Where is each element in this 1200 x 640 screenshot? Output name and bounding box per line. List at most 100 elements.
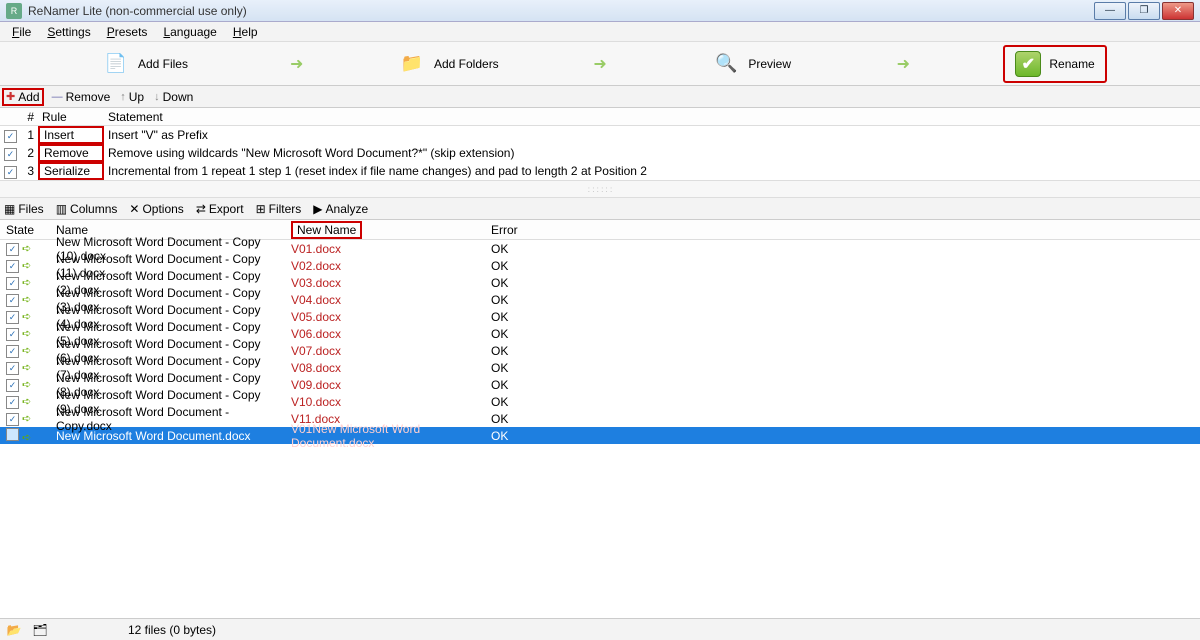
rule-number: 1: [22, 128, 38, 142]
file-new-name: V02.docx: [285, 259, 485, 273]
file-new-name: V03.docx: [285, 276, 485, 290]
file-new-name: V05.docx: [285, 310, 485, 324]
analyze-menu-button[interactable]: ▶ Analyze: [313, 202, 368, 216]
state-arrow-icon: ➪: [22, 277, 31, 289]
move-down-button[interactable]: ↓Down: [154, 90, 193, 104]
file-error: OK: [485, 259, 535, 273]
menu-help[interactable]: Help: [225, 23, 266, 41]
state-arrow-icon: ➪: [22, 362, 31, 374]
remove-rule-button[interactable]: —Remove: [52, 90, 111, 104]
menu-file[interactable]: File: [4, 23, 39, 41]
files-menu-button[interactable]: ▦ Files: [4, 202, 44, 216]
arrow-icon: ➜: [593, 54, 606, 74]
file-new-name: V06.docx: [285, 327, 485, 341]
menu-settings[interactable]: Settings: [39, 23, 98, 41]
file-checkbox[interactable]: ✓: [6, 243, 19, 256]
file-checkbox[interactable]: ✓: [6, 379, 19, 392]
add-folders-button[interactable]: 📁 Add Folders: [388, 46, 509, 82]
add-folders-label: Add Folders: [434, 57, 499, 71]
filter-icon: ⊞: [256, 202, 266, 216]
splitter[interactable]: : : : : : :: [0, 180, 1200, 198]
col-error[interactable]: Error: [485, 223, 535, 237]
document-plus-icon: 📄: [102, 50, 130, 78]
file-error: OK: [485, 276, 535, 290]
check-icon: ✔: [1015, 51, 1041, 77]
move-up-button[interactable]: ↑Up: [120, 90, 144, 104]
preview-button[interactable]: 🔍 Preview: [702, 46, 801, 82]
file-checkbox[interactable]: ✓: [6, 396, 19, 409]
files-list: ✓➪ New Microsoft Word Document - Copy (1…: [0, 240, 1200, 444]
file-new-name: V01New Microsoft Word Document.docx: [285, 422, 485, 450]
rule-checkbox[interactable]: ✓: [4, 130, 17, 143]
add-files-label: Add Files: [138, 57, 188, 71]
rule-type: Serialize: [38, 162, 104, 180]
close-button[interactable]: ✕: [1162, 2, 1194, 20]
file-error: OK: [485, 242, 535, 256]
minus-icon: —: [52, 91, 63, 103]
status-text: 12 files (0 bytes): [128, 623, 216, 637]
menu-language[interactable]: Language: [155, 23, 224, 41]
rule-checkbox[interactable]: ✓: [4, 148, 17, 161]
file-checkbox[interactable]: ✓: [6, 311, 19, 324]
file-checkbox[interactable]: ✓: [6, 328, 19, 341]
add-files-button[interactable]: 📄 Add Files: [92, 46, 198, 82]
rule-row[interactable]: ✓ 1 Insert Insert "V" as Prefix: [0, 126, 1200, 144]
state-arrow-icon: ➪: [22, 413, 31, 425]
file-row[interactable]: ✓➪ New Microsoft Word Document - Copy.do…: [0, 410, 1200, 427]
folder-icon[interactable]: 📂: [6, 622, 22, 638]
file-checkbox[interactable]: ✓: [6, 260, 19, 273]
add-rule-button[interactable]: ✚Add: [2, 88, 44, 106]
file-name: New Microsoft Word Document.docx: [50, 429, 285, 443]
file-new-name: V09.docx: [285, 378, 485, 392]
magnifier-icon: 🔍: [712, 50, 740, 78]
file-error: OK: [485, 293, 535, 307]
rule-number: 3: [22, 164, 38, 178]
arrow-down-icon: ↓: [154, 91, 160, 103]
file-error: OK: [485, 327, 535, 341]
state-arrow-icon: ➪: [22, 379, 31, 391]
export-menu-button[interactable]: ⇄ Export: [196, 202, 244, 216]
state-arrow-icon: ➪: [22, 243, 31, 255]
col-state[interactable]: State: [0, 223, 50, 237]
file-error: OK: [485, 361, 535, 375]
filters-menu-button[interactable]: ⊞ Filters: [256, 202, 302, 216]
rule-type: Insert: [38, 126, 104, 144]
file-checkbox[interactable]: ✓: [6, 345, 19, 358]
state-arrow-icon: ➪: [22, 396, 31, 408]
up-label: Up: [129, 90, 144, 104]
file-checkbox[interactable]: ✓: [6, 294, 19, 307]
rule-type: Remove: [38, 144, 104, 162]
file-checkbox[interactable]: ✓: [6, 362, 19, 375]
rename-label: Rename: [1049, 57, 1094, 71]
maximize-button[interactable]: ❐: [1128, 2, 1160, 20]
arrow-icon: ➜: [897, 54, 910, 74]
state-arrow-icon: ➪: [22, 432, 31, 444]
menu-presets[interactable]: Presets: [99, 23, 156, 41]
file-checkbox[interactable]: [6, 428, 19, 441]
add-rule-label: Add: [18, 90, 39, 104]
rename-button[interactable]: ✔ Rename: [1003, 45, 1106, 83]
file-row[interactable]: ➪ New Microsoft Word Document.docx V01Ne…: [0, 427, 1200, 444]
rules-header: # Rule Statement: [0, 108, 1200, 126]
file-error: OK: [485, 344, 535, 358]
file-new-name: V08.docx: [285, 361, 485, 375]
rule-row[interactable]: ✓ 3 Serialize Incremental from 1 repeat …: [0, 162, 1200, 180]
files-icon[interactable]: 🗂: [32, 622, 48, 638]
columns-menu-button[interactable]: ▥ Columns: [56, 202, 118, 216]
file-new-name: V10.docx: [285, 395, 485, 409]
file-new-name: V04.docx: [285, 293, 485, 307]
col-num[interactable]: #: [22, 110, 38, 124]
file-new-name: V07.docx: [285, 344, 485, 358]
rule-row[interactable]: ✓ 2 Remove Remove using wildcards "New M…: [0, 144, 1200, 162]
state-arrow-icon: ➪: [22, 294, 31, 306]
rule-checkbox[interactable]: ✓: [4, 166, 17, 179]
file-checkbox[interactable]: ✓: [6, 277, 19, 290]
col-new-name[interactable]: New Name: [291, 221, 362, 239]
options-menu-button[interactable]: ✕ Options: [129, 202, 183, 216]
state-arrow-icon: ➪: [22, 260, 31, 272]
col-statement[interactable]: Statement: [104, 110, 1200, 124]
col-rule[interactable]: Rule: [38, 110, 104, 124]
minimize-button[interactable]: —: [1094, 2, 1126, 20]
file-error: OK: [485, 412, 535, 426]
file-checkbox[interactable]: ✓: [6, 413, 19, 426]
